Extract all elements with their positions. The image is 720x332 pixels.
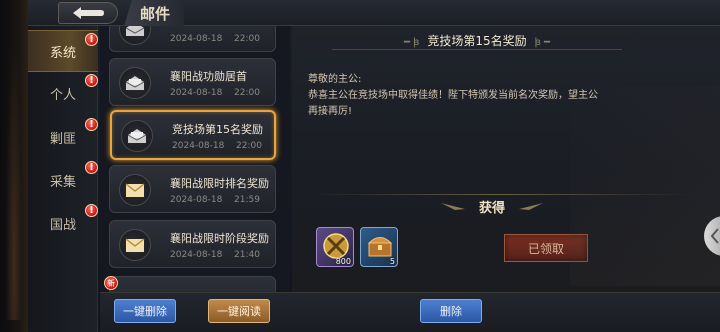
mail-title: 襄阳战限时阶段奖励	[170, 232, 269, 245]
wing-left-icon	[440, 203, 465, 210]
mail-time: 21:59	[234, 195, 260, 205]
page-title: 邮件	[124, 0, 185, 26]
mail-body: 恭喜主公在竞技场中取得佳绩！陛下特颁发当前名次奖励，望主公再接再厉!	[308, 90, 598, 117]
header-bar: 邮件	[28, 0, 720, 26]
chevron-left-icon	[710, 228, 719, 244]
tab-personal[interactable]: 个人 !	[28, 72, 98, 114]
tab-bandit[interactable]: 剿匪 !	[28, 116, 98, 158]
mail-date: 2024-08-18	[170, 250, 223, 260]
reward-item[interactable]: 800	[316, 227, 354, 267]
read-all-button[interactable]: 一键阅读	[208, 299, 270, 323]
tab-system[interactable]: 系统 !	[28, 30, 98, 72]
notification-badge: !	[85, 118, 98, 131]
notification-badge: !	[85, 33, 98, 46]
notification-badge: !	[85, 74, 98, 87]
mail-time: 22:00	[234, 88, 260, 98]
opened-envelope-icon	[121, 120, 153, 152]
opened-envelope-icon	[119, 67, 151, 99]
mail-item[interactable]	[109, 276, 276, 292]
mail-date: 2024-08-18	[170, 34, 223, 44]
category-sidebar: 系统 ! 个人 ! 剿匪 ! 采集 ! 国战 !	[28, 26, 98, 332]
back-button[interactable]	[58, 2, 118, 24]
tab-label: 系统	[49, 45, 76, 61]
notification-badge: !	[85, 204, 98, 217]
mail-detail-panel: ━ ꟓ 竞技场第15名奖励 ꟓ ━ 尊敬的主公: 恭喜主公在竞技场中取得佳绩！陛…	[292, 26, 720, 292]
mail-date: 2024-08-18	[170, 195, 223, 205]
delete-button[interactable]: 删除	[420, 299, 482, 323]
tab-label: 采集	[49, 174, 76, 190]
mail-title: 襄阳战功勋居首	[170, 70, 247, 83]
claimed-button[interactable]: 已领取	[504, 234, 588, 262]
reward-label: 获得	[478, 200, 505, 216]
mail-title: 竞技场第15名奖励	[172, 123, 263, 136]
mail-date: 2024-08-18	[172, 141, 225, 151]
envelope-icon	[119, 174, 151, 206]
divider	[312, 194, 692, 195]
mail-title: 襄阳战限时排名奖励	[170, 177, 269, 190]
mail-list[interactable]: 2024-08-18 22:00 襄阳战功勋居首 2024-08-18 22:0…	[100, 26, 290, 292]
back-arrow-icon	[73, 7, 104, 19]
mail-date: 2024-08-18	[170, 88, 223, 98]
mail-detail-title: 竞技场第15名奖励	[427, 34, 527, 48]
phone-edge	[0, 0, 28, 332]
mail-item[interactable]: 2024-08-18 22:00	[109, 26, 276, 52]
tab-label: 个人	[49, 87, 76, 103]
tab-label: 剿匪	[49, 131, 76, 147]
wing-right-icon	[519, 203, 543, 210]
mail-item[interactable]: 襄阳战功勋居首 2024-08-18 22:00	[109, 58, 276, 106]
notification-badge: !	[85, 161, 98, 174]
mail-title-bar: ━ ꟓ 竞技场第15名奖励 ꟓ ━	[332, 32, 622, 50]
game-screen: 邮件 系统 ! 个人 ! 剿匪 ! 采集 ! 国战 ! 2024-08-18 2…	[0, 0, 720, 332]
title-ornament-icon: ꟓ ━	[534, 36, 551, 48]
crossed-swords-coin-icon	[323, 233, 349, 259]
tab-gather[interactable]: 采集 !	[28, 159, 98, 201]
opened-envelope-icon	[119, 26, 151, 45]
mail-item-selected[interactable]: 竞技场第15名奖励 2024-08-18 22:00	[110, 110, 276, 160]
mail-item[interactable]: 襄阳战限时阶段奖励 2024-08-18 21:40	[109, 220, 276, 268]
treasure-chest-icon	[367, 237, 393, 257]
reward-item[interactable]: 5	[360, 227, 398, 267]
title-ornament-icon: ━ ꟓ	[403, 36, 420, 48]
reward-header: 获得	[392, 196, 592, 216]
reward-quantity: 5	[389, 257, 395, 266]
mail-greeting: 尊敬的主公:	[308, 74, 362, 85]
mail-time: 21:40	[234, 250, 260, 260]
new-badge: 新	[104, 276, 118, 290]
tab-national-war[interactable]: 国战 !	[28, 202, 98, 244]
footer-bar: 一键删除 一键阅读 删除	[100, 292, 720, 332]
reward-quantity: 800	[335, 257, 351, 266]
tab-label: 国战	[49, 217, 76, 233]
delete-all-button[interactable]: 一键删除	[114, 299, 176, 323]
mail-item[interactable]: 襄阳战限时排名奖励 2024-08-18 21:59	[109, 165, 276, 213]
envelope-icon	[119, 229, 151, 261]
mail-time: 22:00	[236, 141, 262, 151]
mail-time: 22:00	[234, 34, 260, 44]
